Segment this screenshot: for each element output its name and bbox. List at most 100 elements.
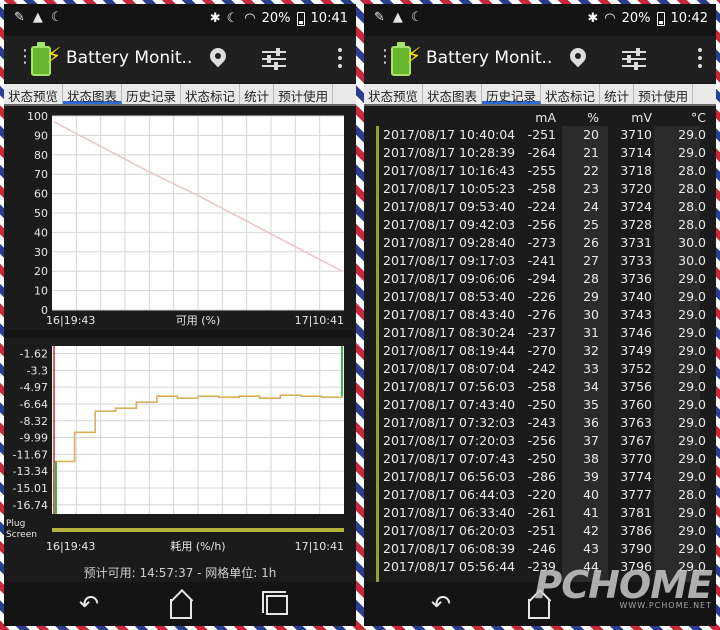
cell-voltage: 3763 (620, 415, 652, 430)
table-row[interactable]: 2017/08/17 08:53:40 -226 29 3740 29.0 (364, 288, 716, 306)
table-row[interactable]: 2017/08/17 07:32:03 -243 36 3763 29.0 (364, 414, 716, 432)
table-row[interactable]: 2017/08/17 08:30:24 -237 31 3746 29.0 (364, 324, 716, 342)
tab-bar: 状态预览 状态图表 历史记录 状态标记 统计 预计使用 (4, 84, 356, 106)
table-row[interactable]: 2017/08/17 09:06:06 -294 28 3736 29.0 (364, 270, 716, 288)
cell-date: 2017/08/17 (383, 523, 456, 538)
cell-voltage: 3718 (620, 163, 652, 178)
cell-current: -258 (527, 181, 556, 196)
location-pin-icon[interactable] (206, 44, 230, 74)
cell-date: 2017/08/17 (383, 271, 456, 286)
cell-date: 2017/08/17 (383, 325, 456, 340)
cell-temperature: 28.0 (678, 181, 706, 196)
sliders-icon[interactable] (622, 48, 646, 70)
tab-status-overview[interactable]: 状态预览 (4, 84, 64, 104)
cell-percent: 42 (583, 523, 599, 538)
cell-current: -246 (527, 541, 556, 556)
sliders-icon[interactable] (262, 48, 286, 70)
overflow-menu-icon[interactable] (698, 48, 702, 68)
back-icon[interactable]: ↶ (74, 591, 104, 617)
discharge-rate-chart: -1.62 -3.3 -4.97 -6.64 -8.32 -9.99 -11.67 -13.3… (6, 346, 344, 553)
table-row[interactable]: 2017/08/17 07:20:03 -256 37 3767 29.0 (364, 432, 716, 450)
tab-status-marker[interactable]: 状态标记 (541, 84, 601, 104)
cell-date: 2017/08/17 (383, 469, 456, 484)
location-pin-icon[interactable] (566, 44, 590, 74)
y-tick-label: -6.64 (20, 398, 48, 411)
table-row[interactable]: 2017/08/17 09:17:03 -241 27 3733 30.0 (364, 252, 716, 270)
table-row[interactable]: 2017/08/17 10:05:23 -258 23 3720 28.0 (364, 180, 716, 198)
cell-temperature: 29.0 (678, 343, 706, 358)
table-row[interactable]: 2017/08/17 06:20:03 -251 42 3786 29.0 (364, 522, 716, 540)
cell-temperature: 29.0 (678, 145, 706, 160)
tab-status-chart[interactable]: 状态图表 (423, 84, 483, 104)
wifi-icon: ◠ (604, 11, 616, 26)
table-row[interactable]: 2017/08/17 10:40:04 -251 20 3710 29.0 (364, 126, 716, 144)
table-row[interactable]: 2017/08/17 08:07:04 -242 33 3752 29.0 (364, 360, 716, 378)
cell-voltage: 3740 (620, 289, 652, 304)
table-row[interactable]: 2017/08/17 10:28:39 -264 21 3714 29.0 (364, 144, 716, 162)
cell-percent: 30 (583, 307, 599, 322)
y-tick-label: 20 (34, 265, 48, 278)
overflow-menu-icon[interactable] (338, 48, 342, 68)
cell-temperature: 29.0 (678, 505, 706, 520)
table-row[interactable]: 2017/08/17 06:33:40 -261 41 3781 29.0 (364, 504, 716, 522)
cell-current: -241 (527, 253, 556, 268)
battery-icon (656, 11, 665, 26)
table-row[interactable]: 2017/08/17 08:43:40 -276 30 3743 29.0 (364, 306, 716, 324)
tab-statistics[interactable]: 统计 (600, 84, 635, 104)
phone-screen-right: ✎ ▲ ☾ ✱ ◠ 20% 10:42 ⋮ ⚡ Battery Monit.. … (364, 4, 716, 626)
table-row[interactable]: 2017/08/17 09:28:40 -273 26 3731 30.0 (364, 234, 716, 252)
cell-percent: 27 (583, 253, 599, 268)
cell-time: 09:53:40 (459, 199, 516, 214)
cell-current: -243 (527, 415, 556, 430)
table-row[interactable]: 2017/08/17 06:44:03 -220 40 3777 28.0 (364, 486, 716, 504)
x-tick-label-start: 16|19:43 (46, 540, 95, 553)
x-tick-label-end: 17|10:41 (295, 540, 344, 553)
y-tick-label: -11.67 (13, 448, 48, 461)
home-icon[interactable] (166, 591, 196, 619)
cell-temperature: 29.0 (678, 127, 706, 142)
cell-voltage: 3728 (620, 217, 652, 232)
table-row[interactable]: 2017/08/17 07:43:40 -250 35 3760 29.0 (364, 396, 716, 414)
tab-estimate[interactable]: 预计使用 (634, 84, 694, 104)
app-title: Battery Monit.. (426, 48, 553, 68)
estimate-footer: 预计可用: 14:57:37 - 网格单位: 1h (83, 566, 277, 580)
do-not-disturb-icon: ☾ (226, 11, 239, 26)
cell-time: 08:53:40 (459, 289, 516, 304)
notification-icon: ✎ (374, 10, 385, 25)
tab-status-chart[interactable]: 状态图表 (63, 84, 123, 104)
tab-status-marker[interactable]: 状态标记 (181, 84, 241, 104)
table-row[interactable]: 2017/08/17 09:53:40 -224 24 3724 28.0 (364, 198, 716, 216)
table-row[interactable]: 2017/08/17 09:42:03 -256 25 3728 28.0 (364, 216, 716, 234)
chart-divider (4, 330, 356, 338)
tab-history[interactable]: 历史记录 (482, 84, 542, 104)
tab-status-overview[interactable]: 状态预览 (364, 84, 424, 104)
cell-percent: 36 (583, 415, 599, 430)
table-row[interactable]: 2017/08/17 06:56:03 -286 39 3774 29.0 (364, 468, 716, 486)
table-row[interactable]: 2017/08/17 06:08:39 -246 43 3790 29.0 (364, 540, 716, 558)
cell-voltage: 3774 (620, 469, 652, 484)
cell-date: 2017/08/17 (383, 235, 456, 250)
table-row[interactable]: 2017/08/17 10:16:43 -255 22 3718 28.0 (364, 162, 716, 180)
back-icon[interactable]: ↶ (426, 591, 456, 617)
tab-estimate[interactable]: 预计使用 (274, 84, 334, 104)
cell-time: 10:40:04 (459, 127, 516, 142)
x-tick-label-end: 17|10:41 (295, 314, 344, 327)
image-notification-icon: ▲ (392, 10, 403, 25)
table-row[interactable]: 2017/08/17 07:56:03 -258 34 3756 29.0 (364, 378, 716, 396)
table-row[interactable]: 2017/08/17 07:07:43 -250 38 3770 29.0 (364, 450, 716, 468)
tab-history[interactable]: 历史记录 (122, 84, 182, 104)
tab-statistics[interactable]: 统计 (240, 84, 275, 104)
table-row[interactable]: 2017/08/17 08:19:44 -270 32 3749 29.0 (364, 342, 716, 360)
cell-voltage: 3770 (620, 451, 652, 466)
clock: 10:42 (670, 11, 708, 26)
cell-date: 2017/08/17 (383, 505, 456, 520)
cell-percent: 22 (583, 163, 599, 178)
recent-apps-icon[interactable] (260, 591, 290, 617)
y-tick-label: -13.34 (13, 465, 48, 478)
history-table[interactable]: mA % mV °C 2017/08/17 10:40:04 -251 20 3710 2… (364, 108, 716, 582)
y-tick-label: -3.3 (27, 364, 48, 377)
cell-percent: 38 (583, 451, 599, 466)
watermark-logo: PCHOME WWW.PCHOME.NET (534, 563, 713, 610)
cell-temperature: 29.0 (678, 325, 706, 340)
cell-percent: 39 (583, 469, 599, 484)
